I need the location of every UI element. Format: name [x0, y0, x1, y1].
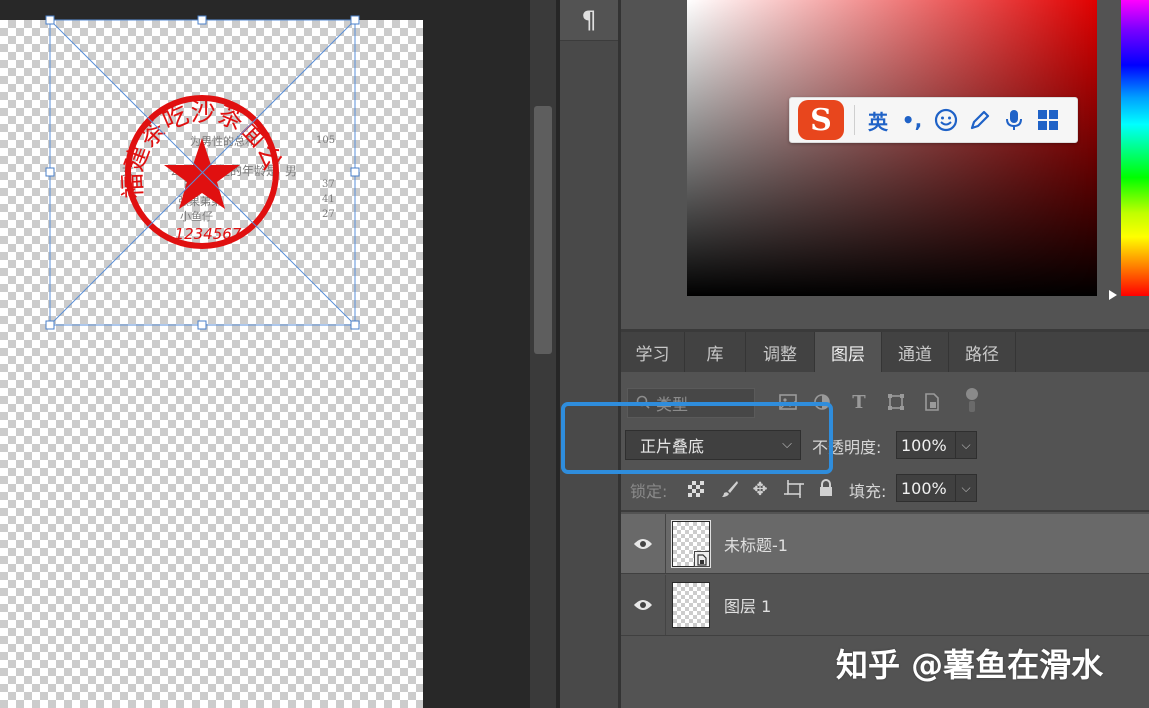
scrollbar-thumb[interactable] — [534, 106, 552, 354]
smart-object-badge-icon — [694, 551, 710, 567]
transform-handle[interactable] — [350, 167, 360, 177]
fill-input[interactable]: 100% — [896, 474, 956, 502]
opacity-dropdown-chevron-icon[interactable]: ⌵ — [955, 431, 977, 459]
seal-ring-text: 福建茶吃沙茶面公司 — [0, 0, 288, 199]
ime-logo[interactable]: S — [794, 100, 848, 140]
panel-tabs: 学习 库 调整 图层 通道 路径 — [621, 332, 1149, 372]
watermark-text: 知乎 @薯鱼在滑水 — [836, 646, 1104, 684]
transform-handle[interactable] — [350, 15, 360, 25]
ime-lang-toggle[interactable]: 英 — [861, 100, 895, 140]
tab-layers[interactable]: 图层 — [815, 332, 882, 372]
pencil-icon[interactable] — [963, 100, 997, 140]
ime-punct-toggle[interactable]: •, — [895, 100, 929, 140]
tab-library[interactable]: 库 — [685, 332, 746, 372]
transform-handle[interactable] — [197, 15, 207, 25]
layer-row-selected[interactable]: 未标题-1 — [621, 514, 1149, 574]
lock-all-icon[interactable] — [814, 476, 838, 500]
sogou-logo-icon: S — [798, 100, 844, 140]
layer-row-divider — [621, 573, 1149, 574]
collapsed-panel-column — [560, 0, 618, 708]
layer-thumbnail[interactable] — [671, 520, 711, 568]
layer-thumbnail[interactable] — [672, 582, 710, 628]
tab-adjustments[interactable]: 调整 — [746, 332, 815, 372]
tab-learn[interactable]: 学习 — [621, 332, 685, 372]
smart-object-filter-icon[interactable] — [920, 390, 944, 414]
color-picker-field[interactable] — [687, 0, 1097, 296]
emoji-icon[interactable] — [929, 100, 963, 140]
filter-toggle-icon[interactable] — [960, 388, 984, 412]
paragraph-icon[interactable]: ¶ — [560, 0, 618, 41]
layer-row[interactable]: 图层 1 — [621, 575, 1149, 635]
lock-image-pixels-brush-icon[interactable] — [718, 477, 742, 501]
eye-icon — [634, 539, 652, 549]
ime-separator — [854, 105, 855, 135]
tab-channels[interactable]: 通道 — [882, 332, 949, 372]
lock-artboard-icon[interactable] — [782, 477, 806, 501]
layer-name[interactable]: 未标题-1 — [724, 532, 788, 556]
hue-slider[interactable] — [1121, 0, 1149, 296]
transform-handle[interactable] — [45, 15, 55, 25]
blend-mode-highlight-annotation — [561, 402, 833, 474]
grid-menu-icon[interactable] — [1031, 100, 1065, 140]
fill-label: 填充: — [849, 482, 887, 501]
seal-transform-layer[interactable]: 福建茶吃沙茶面公司 1234567 — [0, 0, 423, 340]
layer-visibility-toggle[interactable] — [621, 514, 666, 574]
hue-slider-marker[interactable] — [1109, 290, 1117, 300]
eye-icon — [634, 600, 652, 610]
transform-handle[interactable] — [350, 320, 360, 330]
shape-filter-icon[interactable] — [884, 390, 908, 414]
transform-handle[interactable] — [45, 167, 55, 177]
tab-paths[interactable]: 路径 — [949, 332, 1016, 372]
lock-position-move-icon[interactable]: ✥ — [748, 477, 772, 501]
layer-visibility-toggle[interactable] — [621, 575, 666, 635]
microphone-icon[interactable] — [997, 100, 1031, 140]
lock-label: 锁定: — [630, 482, 668, 501]
seal-number-text: 1234567 — [175, 225, 242, 243]
ime-toolbar[interactable]: S 英 •, — [789, 97, 1078, 143]
transform-handle[interactable] — [197, 320, 207, 330]
lock-transparent-pixels-icon[interactable] — [684, 477, 708, 501]
type-filter-icon[interactable]: T — [847, 390, 871, 414]
layer-row-divider — [621, 635, 1149, 636]
layers-separator — [621, 510, 1149, 512]
opacity-input[interactable]: 100% — [896, 431, 956, 459]
layer-name[interactable]: 图层 1 — [724, 593, 771, 617]
fill-dropdown-chevron-icon[interactable]: ⌵ — [955, 474, 977, 502]
transform-handle[interactable] — [45, 320, 55, 330]
